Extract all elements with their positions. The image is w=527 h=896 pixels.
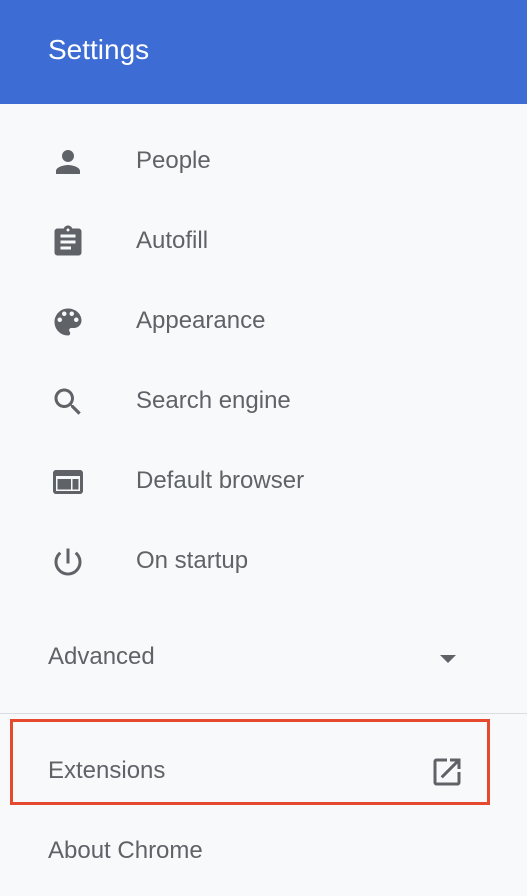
menu-item-label: Default browser bbox=[136, 467, 305, 494]
menu-item-label: Search engine bbox=[136, 387, 291, 414]
menu-divider bbox=[0, 713, 527, 714]
menu-item-search-engine[interactable]: Search engine bbox=[0, 368, 527, 432]
palette-icon bbox=[50, 304, 86, 340]
clipboard-icon bbox=[50, 224, 86, 260]
menu-item-default-browser[interactable]: Default browser bbox=[0, 448, 527, 512]
advanced-label: Advanced bbox=[48, 643, 155, 670]
menu-item-label: Appearance bbox=[136, 307, 266, 334]
settings-header: Settings bbox=[0, 0, 527, 104]
menu-item-on-startup[interactable]: On startup bbox=[0, 528, 527, 592]
menu-item-label: On startup bbox=[136, 547, 249, 574]
dropdown-arrow-icon bbox=[438, 652, 458, 664]
page-title: Settings bbox=[48, 34, 150, 65]
open-in-new-icon bbox=[429, 754, 465, 790]
menu-item-label: Autofill bbox=[136, 227, 209, 254]
menu-item-autofill[interactable]: Autofill bbox=[0, 208, 527, 272]
extensions-label: Extensions bbox=[48, 757, 166, 784]
menu-item-about-chrome[interactable]: About Chrome bbox=[0, 818, 527, 882]
browser-window-icon bbox=[50, 464, 86, 500]
advanced-section-toggle[interactable]: Advanced bbox=[0, 624, 527, 688]
search-icon bbox=[50, 384, 86, 420]
power-icon bbox=[50, 544, 86, 580]
menu-item-appearance[interactable]: Appearance bbox=[0, 288, 527, 352]
menu-item-people[interactable]: People bbox=[0, 128, 527, 192]
about-chrome-label: About Chrome bbox=[48, 837, 203, 864]
person-icon bbox=[50, 144, 86, 180]
menu-item-extensions[interactable]: Extensions bbox=[0, 738, 527, 802]
settings-sidebar-menu: People Autofill Appearance Search engine… bbox=[0, 104, 527, 896]
menu-item-label: People bbox=[136, 147, 211, 174]
